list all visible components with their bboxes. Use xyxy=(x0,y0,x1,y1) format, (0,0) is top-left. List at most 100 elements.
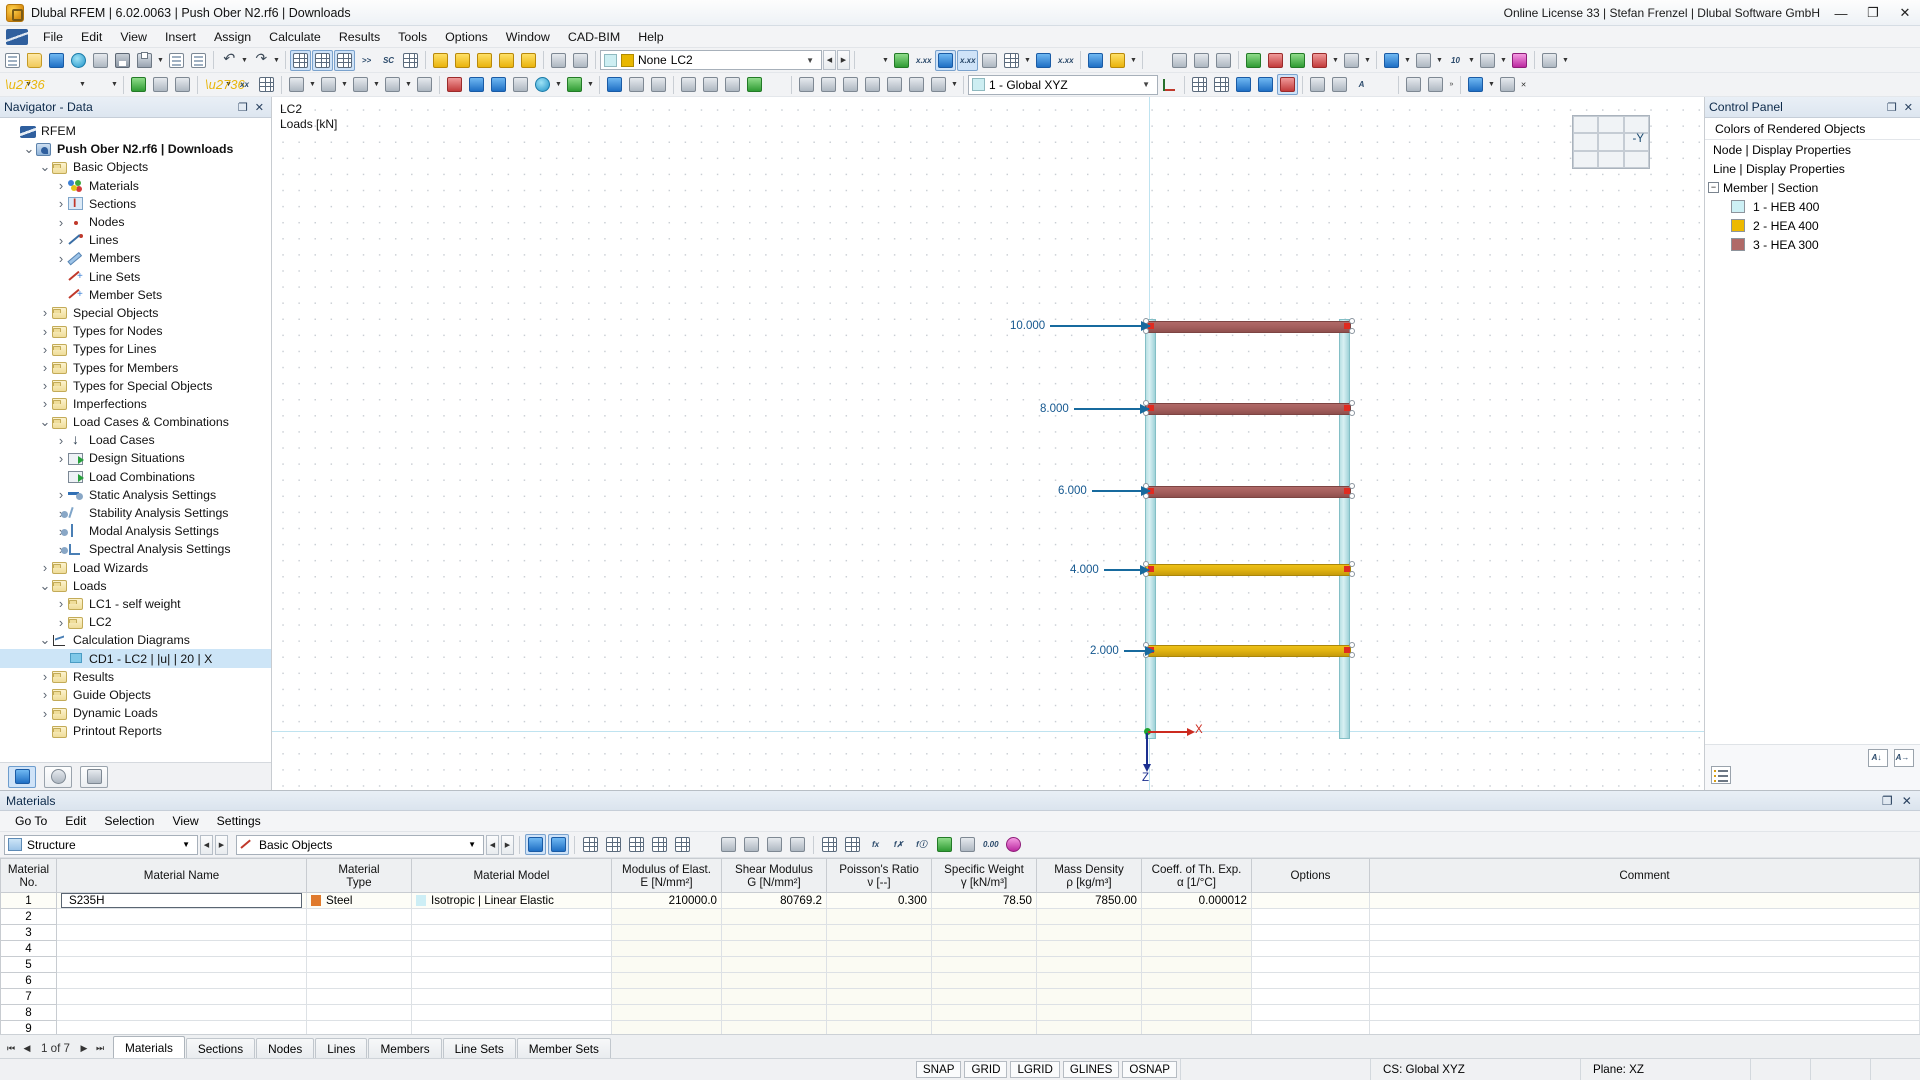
cell-empty[interactable] xyxy=(827,989,932,1005)
table-row-empty[interactable]: 4 xyxy=(1,941,1920,957)
cell-material-type[interactable]: Steel xyxy=(307,893,412,909)
load-case-selector[interactable]: None LC2 ▼ xyxy=(600,50,822,70)
column-header-material-name[interactable]: Material Name xyxy=(57,859,307,893)
undo-button[interactable] xyxy=(218,50,239,71)
diagram-m-button[interactable] xyxy=(840,74,861,95)
cell-empty[interactable] xyxy=(612,1021,722,1035)
table-export-excel-button[interactable] xyxy=(934,834,955,855)
cell-empty[interactable] xyxy=(1142,925,1252,941)
release-dropdown-caret[interactable]: ▼ xyxy=(404,74,413,95)
table-menu-selection[interactable]: Selection xyxy=(95,812,163,830)
surface-load-button[interactable] xyxy=(510,74,531,95)
diagram-v-button[interactable] xyxy=(818,74,839,95)
section-legend-item[interactable]: 3 - HEA 300 xyxy=(1705,235,1920,254)
cell-empty[interactable] xyxy=(57,957,307,973)
print-preview-button[interactable] xyxy=(1477,50,1498,71)
view-cube-face[interactable] xyxy=(1598,151,1623,168)
cell-empty[interactable] xyxy=(1252,1021,1370,1035)
cell-thermal-expansion[interactable]: 0.000012 xyxy=(1142,893,1252,909)
render-solid-button[interactable] xyxy=(979,50,1000,71)
cell-empty[interactable] xyxy=(932,1005,1037,1021)
opening-dropdown-caret[interactable]: ▼ xyxy=(340,74,349,95)
save-button[interactable] xyxy=(112,50,133,71)
line-support-button[interactable] xyxy=(150,74,171,95)
cell-empty[interactable] xyxy=(1370,957,1920,973)
cell-empty[interactable] xyxy=(1037,941,1142,957)
surface-support-button[interactable] xyxy=(172,74,193,95)
close-button[interactable]: ✕ xyxy=(1894,5,1916,21)
cell-empty[interactable] xyxy=(722,957,827,973)
tree-item-members[interactable]: ›Members xyxy=(0,249,271,267)
load-case-prev-button[interactable]: ◀ xyxy=(823,50,836,70)
contour-button[interactable] xyxy=(700,74,721,95)
cell-empty[interactable] xyxy=(307,1005,412,1021)
tab-lines[interactable]: Lines xyxy=(315,1038,367,1058)
coordinate-system-selector[interactable]: 1 - Global XYZ ▼ xyxy=(968,75,1158,95)
table-function-x-button[interactable]: f✗ xyxy=(888,834,909,855)
tree-item-load-cases[interactable]: ›Load Cases xyxy=(0,431,271,449)
tree-item-types-for-members[interactable]: ›Types for Members xyxy=(0,358,271,376)
table-view-mode-button[interactable] xyxy=(819,834,840,855)
chevron-right-icon[interactable]: › xyxy=(38,560,52,575)
render-grid-button[interactable] xyxy=(1001,50,1022,71)
table-select-objects-button[interactable] xyxy=(525,834,546,855)
cell-empty[interactable] xyxy=(932,909,1037,925)
menu-calculate[interactable]: Calculate xyxy=(260,28,330,46)
table-row-empty[interactable]: 5 xyxy=(1,957,1920,973)
imperfection-dropdown-caret[interactable]: ▼ xyxy=(554,74,563,95)
chevron-right-icon[interactable]: › xyxy=(54,215,68,230)
table-filter-secondary[interactable]: Basic Objects ▼ xyxy=(236,835,484,855)
work-plane-active-button[interactable] xyxy=(1277,74,1298,95)
beam-level-6[interactable] xyxy=(1145,486,1351,498)
cell-empty[interactable] xyxy=(307,973,412,989)
visibility-dropdown-caret[interactable]: ▼ xyxy=(1403,50,1412,71)
surface-dropdown-caret[interactable]: ▼ xyxy=(110,74,119,95)
table-cut-button[interactable] xyxy=(741,834,762,855)
table-delete-row-button[interactable] xyxy=(603,834,624,855)
annotation-button[interactable]: A xyxy=(1351,74,1372,95)
tree-item-load-wizards[interactable]: ›Load Wizards xyxy=(0,559,271,577)
render-model-button[interactable] xyxy=(1191,50,1212,71)
show-load-values-button[interactable]: x.xx xyxy=(957,50,978,71)
status-toggle-lgrid[interactable]: LGRID xyxy=(1010,1061,1059,1078)
cell-empty[interactable] xyxy=(827,941,932,957)
open-file-button[interactable] xyxy=(24,50,45,71)
cell-empty[interactable] xyxy=(307,925,412,941)
chevron-right-icon[interactable]: › xyxy=(54,451,68,466)
dimension-xx-button[interactable]: xx xyxy=(234,74,255,95)
cell-empty[interactable] xyxy=(827,1021,932,1035)
table-panel-close-button[interactable]: ✕ xyxy=(1902,794,1912,808)
preview-dropdown-caret[interactable]: ▼ xyxy=(1499,50,1508,71)
toolbar-overflow-caret[interactable]: ▼ xyxy=(1561,50,1570,71)
load-node-marker[interactable] xyxy=(1344,405,1350,411)
table-row-empty[interactable]: 6 xyxy=(1,973,1920,989)
chevron-right-icon[interactable]: › xyxy=(38,305,52,320)
zoom-view-button[interactable] xyxy=(474,50,495,71)
cell-empty[interactable] xyxy=(1037,1021,1142,1035)
results-display-button[interactable] xyxy=(1033,50,1054,71)
table-sort-button[interactable] xyxy=(842,834,863,855)
table-delete-column-button[interactable] xyxy=(649,834,670,855)
menu-file[interactable]: File xyxy=(34,28,72,46)
chevron-down-icon[interactable]: ▼ xyxy=(801,56,819,65)
cell-button[interactable] xyxy=(350,74,371,95)
table-filter-primary[interactable]: Structure ▼ xyxy=(4,835,198,855)
decimals-dropdown-caret[interactable]: ▼ xyxy=(1467,50,1476,71)
filter-dropdown-caret[interactable]: ▼ xyxy=(881,50,890,71)
cell-options[interactable] xyxy=(1252,893,1370,909)
tree-item-stability-analysis-settings[interactable]: ›Stability Analysis Settings xyxy=(0,504,271,522)
line-load-button[interactable] xyxy=(488,74,509,95)
chevron-down-icon[interactable]: ▼ xyxy=(177,840,195,849)
beam-level-10[interactable] xyxy=(1145,321,1351,333)
support-button[interactable] xyxy=(128,74,149,95)
table-paste-left-button[interactable] xyxy=(764,834,785,855)
rotate-view-button[interactable] xyxy=(452,50,473,71)
work-plane-xy-button[interactable] xyxy=(1189,74,1210,95)
rotate-cw-button[interactable] xyxy=(1307,74,1328,95)
cell-comment[interactable] xyxy=(1370,893,1920,909)
menu-window[interactable]: Window xyxy=(497,28,559,46)
cell-empty[interactable] xyxy=(612,989,722,1005)
cell-empty[interactable] xyxy=(1370,941,1920,957)
control-panel-node-properties[interactable]: Node | Display Properties xyxy=(1705,140,1920,159)
calculation-settings-button[interactable] xyxy=(1107,50,1128,71)
